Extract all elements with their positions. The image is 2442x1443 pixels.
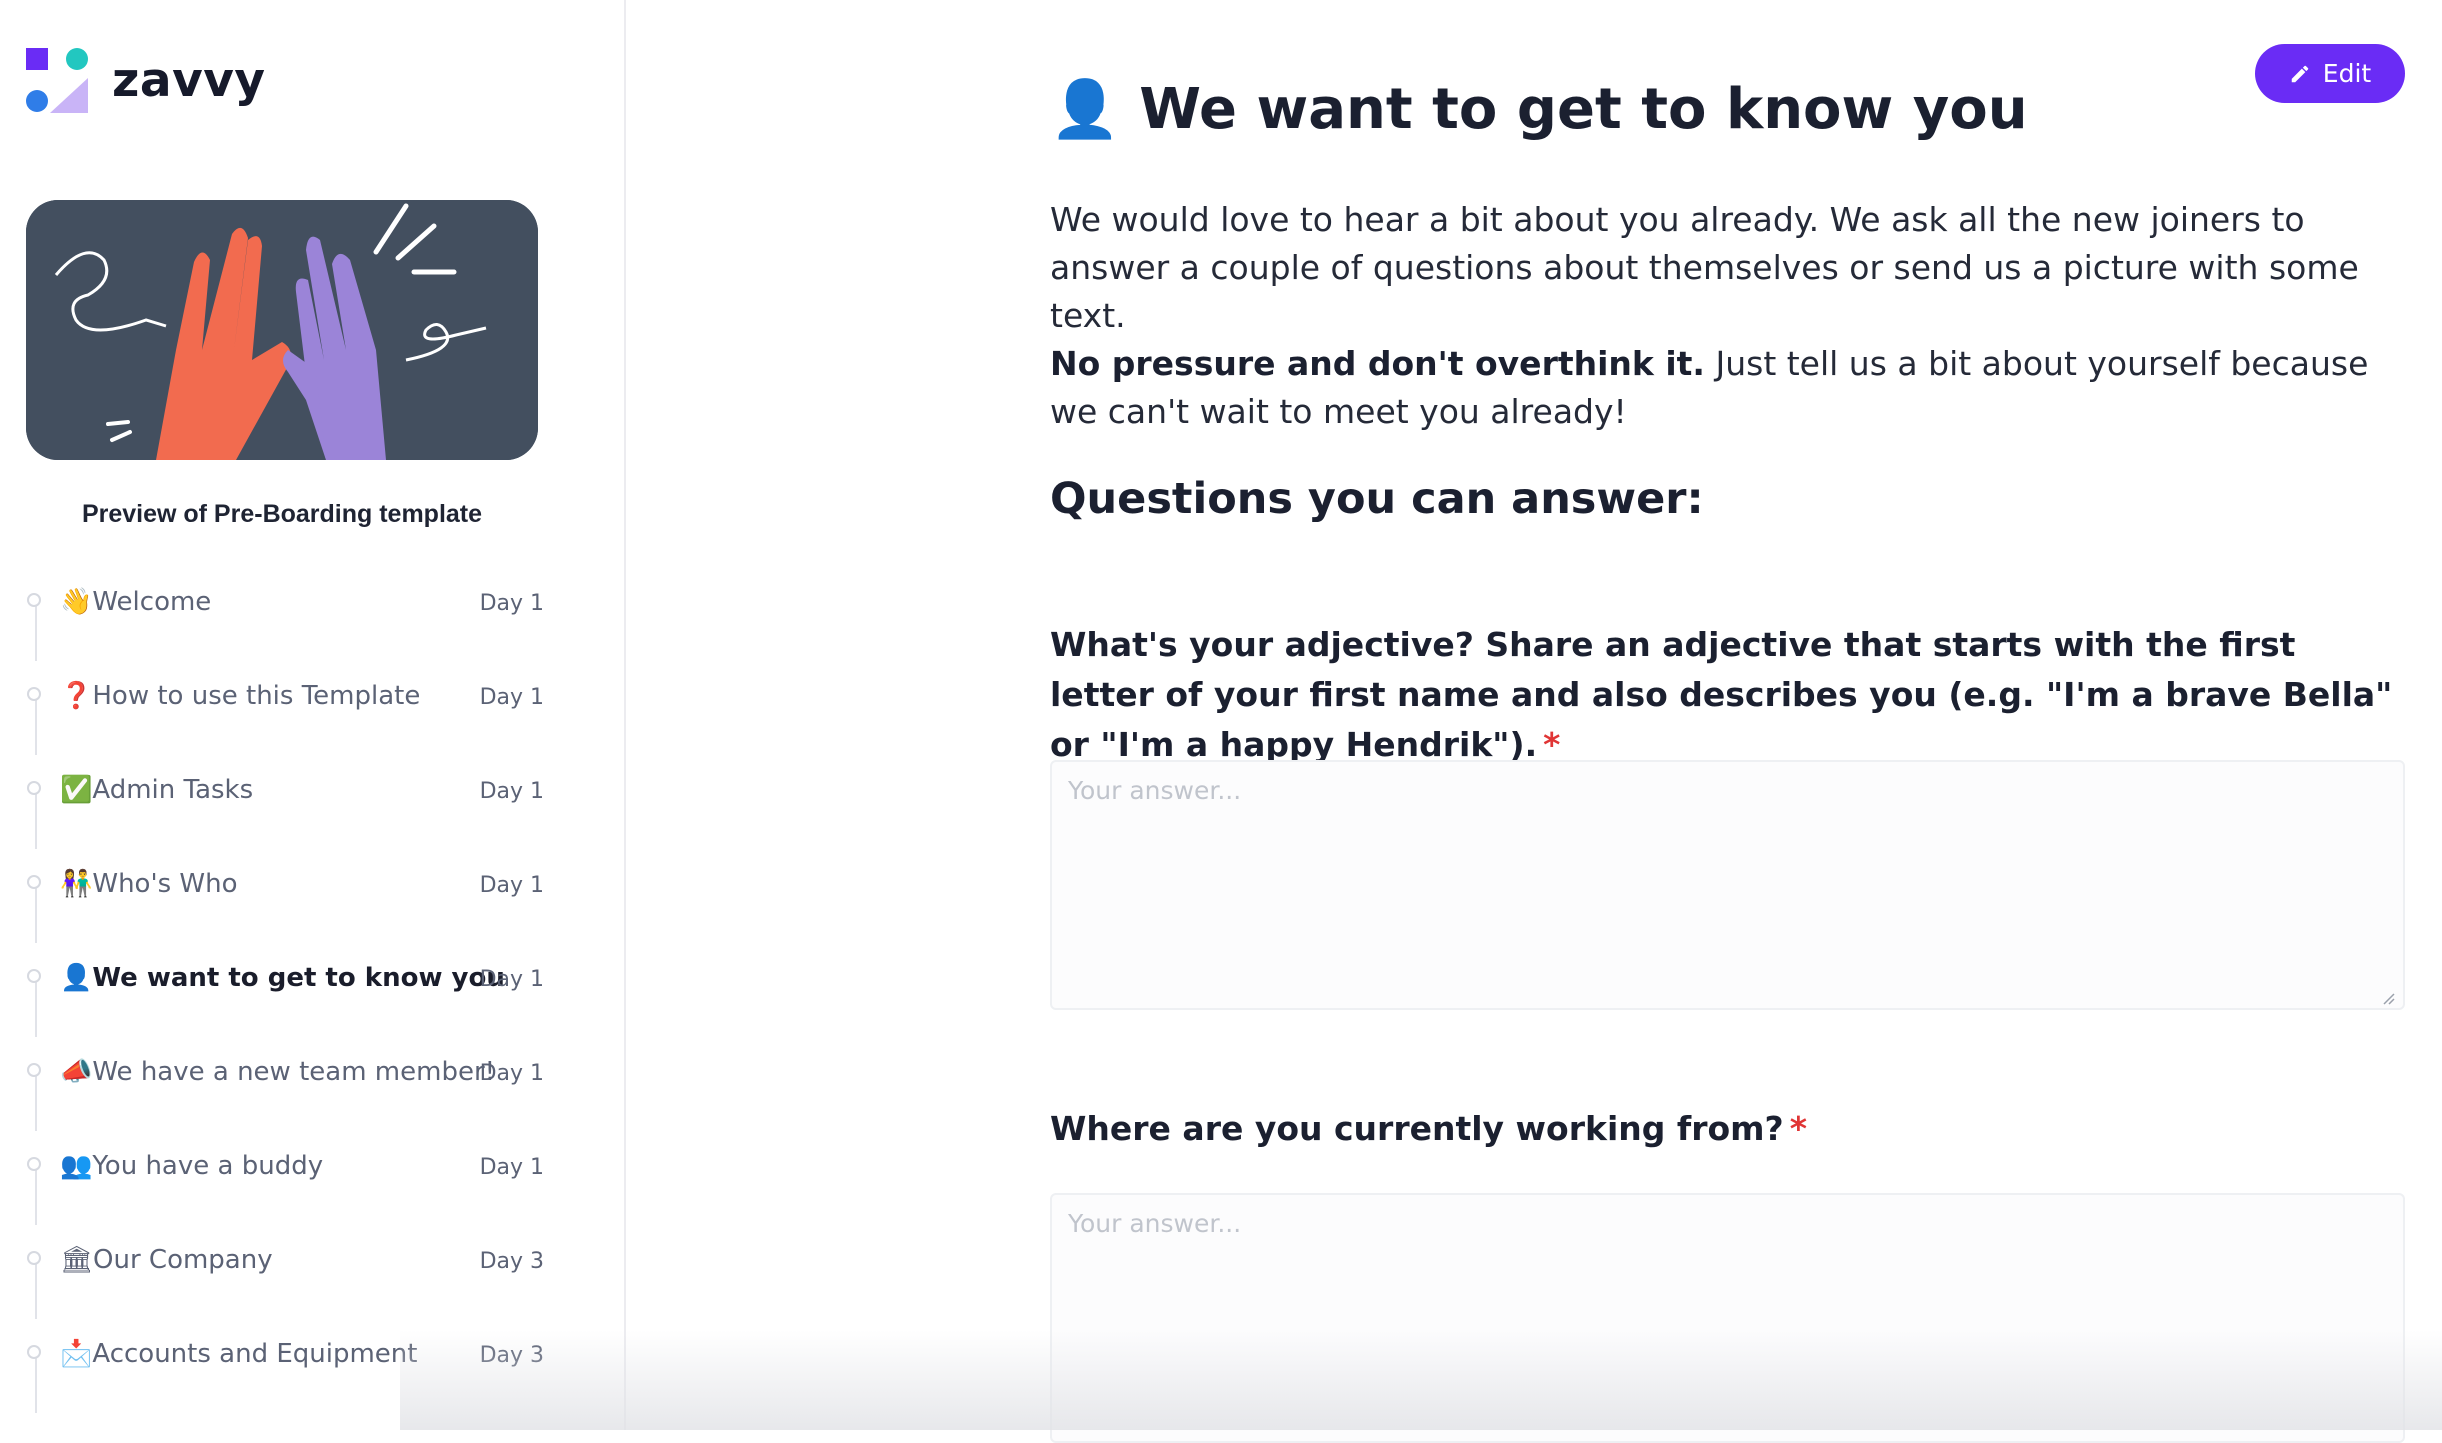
step-label-text: Who's Who <box>92 869 238 899</box>
brand-name: zavvy <box>112 53 266 108</box>
required-marker: * <box>1789 1109 1807 1148</box>
step-list: 👋Welcome Day 1 ❓How to use this Template… <box>24 567 544 1413</box>
step-item-our-company[interactable]: 🏛Our Company Day 3 <box>24 1225 544 1319</box>
step-item-get-to-know-you[interactable]: 👤We want to get to know you Day 1 <box>24 943 544 1037</box>
step-day: Day 1 <box>479 1061 544 1086</box>
zavvy-logo-icon <box>26 48 88 113</box>
step-label-text: Admin Tasks <box>92 775 254 805</box>
step-label: 👥You have a buddy <box>60 1151 323 1181</box>
hero-illustration <box>26 200 538 460</box>
step-item-buddy[interactable]: 👥You have a buddy Day 1 <box>24 1131 544 1225</box>
waving-hand-icon: 👋 <box>60 587 93 617</box>
step-label-text: We have a new team member! <box>92 1057 496 1087</box>
classical-building-icon: 🏛 <box>60 1245 94 1275</box>
answer-field-location[interactable] <box>1050 1193 2405 1443</box>
step-day: Day 3 <box>479 1343 544 1368</box>
step-item-new-team-member[interactable]: 📣We have a new team member! Day 1 <box>24 1037 544 1131</box>
step-day: Day 1 <box>479 591 544 616</box>
sidebar: zavvy Preview of Pre-Boarding template 👋… <box>0 0 626 1430</box>
step-status-dot <box>27 969 41 983</box>
step-label: 👤We want to get to know you <box>60 963 505 993</box>
step-label-text: How to use this Template <box>92 681 421 711</box>
intro-paragraph: We would love to hear a bit about you al… <box>1050 200 2359 335</box>
page-title-text: We want to get to know you <box>1139 76 2028 142</box>
step-label: 🏛Our Company <box>60 1245 273 1275</box>
step-label-text: Accounts and Equipment <box>92 1339 418 1369</box>
main-content: 👤 We want to get to know you Edit We wou… <box>1050 0 2410 1443</box>
step-label-text: You have a buddy <box>92 1151 324 1181</box>
edit-button-label: Edit <box>2322 59 2372 88</box>
template-preview-title: Preview of Pre-Boarding template <box>81 500 483 528</box>
question-label: Where are you currently working from? * <box>1050 1104 2410 1154</box>
step-day: Day 1 <box>479 967 544 992</box>
question-text: What's your adjective? Share an adjectiv… <box>1050 625 2393 764</box>
resize-handle-icon[interactable] <box>2380 990 2396 1006</box>
step-status-dot <box>27 781 41 795</box>
step-label-text: Welcome <box>92 587 212 617</box>
two-people-icon: 👥 <box>60 1151 93 1181</box>
answer-field-adjective[interactable] <box>1050 760 2405 1010</box>
step-label: ✅Admin Tasks <box>60 775 253 805</box>
intro-text: We would love to hear a bit about you al… <box>1050 196 2410 436</box>
step-label: 📩Accounts and Equipment <box>60 1339 417 1369</box>
question-mark-icon: ❓ <box>60 681 93 711</box>
step-status-dot <box>27 593 41 607</box>
step-day: Day 1 <box>479 685 544 710</box>
pencil-icon <box>2291 65 2309 82</box>
step-status-dot <box>27 1345 41 1359</box>
step-status-dot <box>27 1157 41 1171</box>
step-item-whos-who[interactable]: 👫Who's Who Day 1 <box>24 849 544 943</box>
page-title: 👤 We want to get to know you <box>1050 76 2028 142</box>
step-item-how-to-use[interactable]: ❓How to use this Template Day 1 <box>24 661 544 755</box>
step-label: 👫Who's Who <box>60 869 238 899</box>
people-icon: 👫 <box>60 869 93 899</box>
step-day: Day 1 <box>479 1155 544 1180</box>
envelope-arrow-icon: 📩 <box>60 1339 93 1369</box>
check-mark-icon: ✅ <box>60 775 93 805</box>
person-silhouette-icon: 👤 <box>1050 76 1120 142</box>
step-label: 👋Welcome <box>60 587 211 617</box>
brand-logo[interactable]: zavvy <box>26 48 265 113</box>
questions-heading: Questions you can answer: <box>1050 473 1704 524</box>
step-status-dot <box>27 687 41 701</box>
step-day: Day 1 <box>479 779 544 804</box>
step-label-text: We want to get to know you <box>92 963 505 993</box>
step-label-text: Our Company <box>93 1245 273 1275</box>
step-day: Day 1 <box>479 873 544 898</box>
step-label: ❓How to use this Template <box>60 681 420 711</box>
step-status-dot <box>27 1251 41 1265</box>
edit-button[interactable]: Edit <box>2255 44 2405 103</box>
person-silhouette-icon: 👤 <box>60 963 93 993</box>
step-item-accounts-equipment[interactable]: 📩Accounts and Equipment Day 3 <box>24 1319 544 1413</box>
step-item-welcome[interactable]: 👋Welcome Day 1 <box>24 567 544 661</box>
megaphone-icon: 📣 <box>60 1057 93 1087</box>
required-marker: * <box>1543 725 1561 764</box>
question-text: Where are you currently working from? <box>1050 1109 1784 1148</box>
step-item-admin-tasks[interactable]: ✅Admin Tasks Day 1 <box>24 755 544 849</box>
step-label: 📣We have a new team member! <box>60 1057 495 1087</box>
question-label: What's your adjective? Share an adjectiv… <box>1050 620 2410 770</box>
step-status-dot <box>27 875 41 889</box>
intro-paragraph-2: No pressure and don't overthink it. Just… <box>1050 340 2410 436</box>
step-day: Day 3 <box>479 1249 544 1274</box>
step-status-dot <box>27 1063 41 1077</box>
intro-bold-text: No pressure and don't overthink it. <box>1050 344 1705 383</box>
